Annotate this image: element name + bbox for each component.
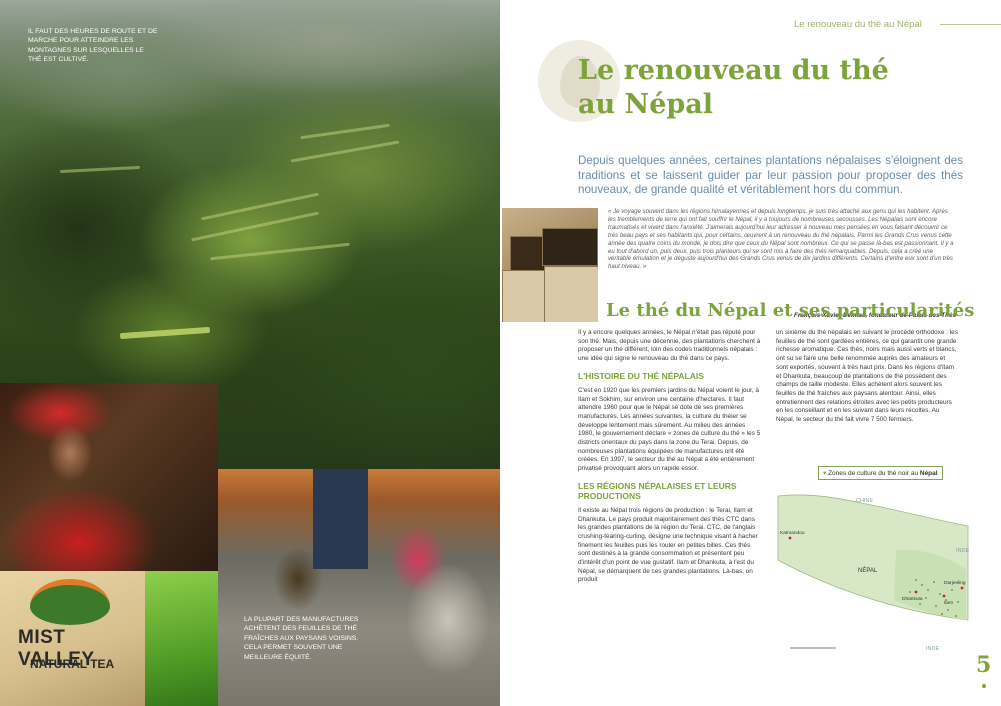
right-page-article: Le renouveau du thé au Népal Le renouvea… [500, 0, 1001, 706]
running-head-rule [940, 24, 1001, 25]
left-page-photos: MIST VALLEY NATURAL TEA IL FAUT DES HEUR… [0, 0, 500, 706]
title-line-1: Le renouveau du thé [578, 55, 889, 86]
nepal-tea-map: CHINE INDE INDE Katmandou NÉPAL Dhankuta… [776, 490, 972, 655]
page-number-dot [982, 684, 986, 688]
section-heading: Le thé du Népal et ses particularités [606, 300, 975, 321]
article-intro: Depuis quelques années, certaines planta… [578, 154, 963, 197]
map-label: ▾ Zones de culture du thé noir au Népal [818, 466, 943, 480]
photo-caption-bottom: LA PLUPART DES MANUFACTURES ACHÈTENT DES… [244, 616, 359, 661]
map-label-kathmandou: Katmandou [780, 530, 805, 536]
photo-caption-top: IL FAUT DES HEURES DE ROUTE ET DE MARCHE… [28, 28, 158, 64]
map-label-ilam: Ilam [944, 600, 953, 606]
map-label-inde-east: INDE [956, 548, 969, 554]
magazine-spread: MIST VALLEY NATURAL TEA IL FAUT DES HEUR… [0, 0, 1001, 706]
sack-logo [30, 579, 110, 625]
tea-boxes-photo [502, 208, 598, 322]
column-intro: Il y a encore quelques années, le Népal … [578, 329, 761, 363]
founder-quote: « Je voyage souvent dans les régions him… [608, 208, 954, 271]
map-label-darjeeling: Darjeeling [944, 580, 966, 586]
page-number: 5 [976, 652, 992, 678]
map-label-chine: CHINE [856, 498, 873, 504]
paragraph-regions: Il existe au Népal trois régions de prod… [578, 506, 758, 584]
mist-valley-tea-sack-photo: MIST VALLEY NATURAL TEA [0, 571, 145, 706]
article-title: Le renouveau du thé au Népal [578, 54, 938, 122]
title-line-2: au Népal [578, 89, 714, 120]
text-column-2: un sixième du thé népalais en suivant le… [776, 329, 958, 425]
sack-subtitle: NATURAL TEA [30, 657, 115, 671]
map-label-country: Népal [919, 470, 938, 477]
paragraph-histoire: C'est en 1920 que les premiers jardins d… [578, 386, 761, 473]
map-label-inde-south: INDE [926, 646, 939, 652]
subheading-histoire: L'HISTOIRE DU THÉ NÉPALAIS [578, 370, 704, 381]
elderly-woman-photo [0, 383, 218, 571]
chevron-down-icon: ▾ [823, 470, 827, 477]
subheading-regions: LES RÉGIONS NÉPALAISES ET LEURS PRODUCTI… [578, 480, 737, 501]
map-label-dhankuta: Dhankuta [902, 596, 923, 602]
text-column-1: Il y a encore quelques années, le Népal … [578, 329, 761, 585]
map-label-nepal: NÉPAL [858, 567, 878, 574]
running-head: Le renouveau du thé au Népal [794, 19, 922, 30]
map-label-text: Zones de culture du thé noir au [828, 470, 919, 477]
paragraph-orthodoxe: un sixième du thé népalais en suivant le… [776, 329, 958, 424]
tea-workers-photo [218, 469, 500, 706]
